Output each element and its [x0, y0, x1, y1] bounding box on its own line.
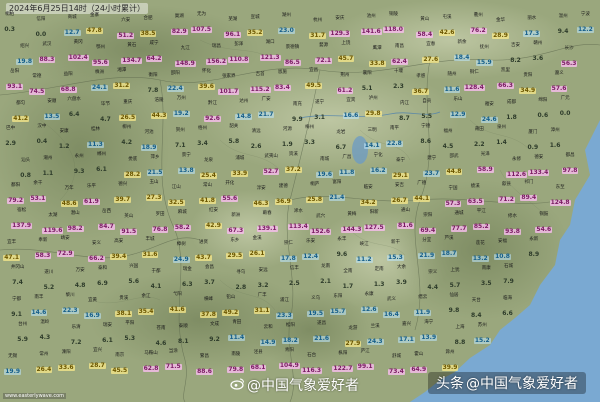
lake-shape: [352, 136, 368, 164]
precipitation-map: 2024年6月25日14时（24小时累计） 桐柏 0.3 信阳 0.0 商城 12.7 金寨…: [0, 0, 600, 402]
source-credit: www.easterlywave.com: [3, 393, 67, 399]
weibo-account-text: @中国气象爱好者: [247, 378, 359, 394]
weibo-watermark: @中国气象爱好者: [230, 375, 359, 395]
toutiao-watermark: 头条 @中国气象爱好者: [428, 372, 586, 394]
terrain-basemap: [0, 0, 600, 402]
toutiao-brand-text: 头条: [436, 376, 464, 392]
map-timestamp: 2024年6月25日14时（24小时累计）: [6, 3, 148, 14]
toutiao-account-text: @中国气象爱好者: [466, 376, 578, 392]
weibo-icon: [230, 377, 245, 394]
